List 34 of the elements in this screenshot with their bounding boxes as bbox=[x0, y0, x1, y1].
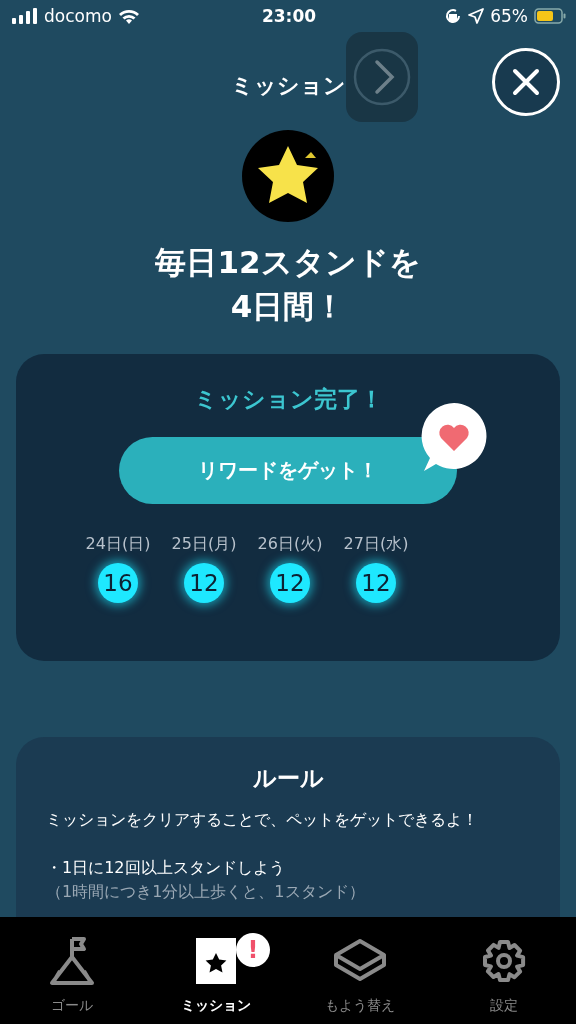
stand-count: 12 bbox=[356, 563, 396, 603]
rule-text: ミッションをクリアすることで、ペットをゲットできるよ！ bbox=[46, 809, 479, 831]
battery-percent: 65% bbox=[490, 6, 528, 26]
mission-headline: 4日間！ bbox=[229, 287, 347, 326]
stand-count: 12 bbox=[270, 563, 310, 603]
day-label: 24日(日) bbox=[85, 534, 151, 555]
rule-text: （1時間につき1分以上歩くと、1スタンド） bbox=[46, 881, 366, 903]
settings-icon bbox=[482, 939, 526, 983]
day-label: 26日(火) bbox=[257, 534, 323, 555]
stand-count: 12 bbox=[184, 563, 224, 603]
close-icon bbox=[512, 68, 540, 96]
screen-title: ミッション bbox=[230, 72, 346, 100]
chevron-right-icon bbox=[353, 48, 411, 106]
tab[interactable]: ゴール bbox=[44, 917, 100, 1017]
tab[interactable]: 設定 bbox=[482, 917, 526, 1017]
clock-time: 23:00 bbox=[261, 6, 317, 26]
signal-icon bbox=[12, 8, 38, 24]
tab[interactable]: もよう替え bbox=[325, 917, 395, 1017]
rules-title: ルール bbox=[251, 764, 325, 793]
day-label: 25日(月) bbox=[171, 534, 237, 555]
rule-text: ・1日に12回以上スタンドしよう bbox=[46, 857, 286, 879]
assistive-touch-button[interactable] bbox=[346, 32, 418, 122]
mission-headline: 毎日12スタンドを bbox=[154, 243, 422, 282]
battery-icon bbox=[534, 8, 566, 24]
star-card-icon bbox=[196, 938, 236, 984]
day-label: 27日(水) bbox=[343, 534, 409, 555]
notification-badge: ! bbox=[236, 933, 270, 967]
carrier-name: docomo bbox=[44, 6, 112, 26]
location-arrow-icon bbox=[468, 8, 485, 24]
wifi-icon bbox=[117, 8, 140, 24]
star-avatar-icon bbox=[242, 130, 334, 222]
mission-status: ミッション完了！ bbox=[193, 385, 383, 414]
rotation-lock-icon bbox=[444, 7, 463, 25]
stand-count: 16 bbox=[98, 563, 138, 603]
